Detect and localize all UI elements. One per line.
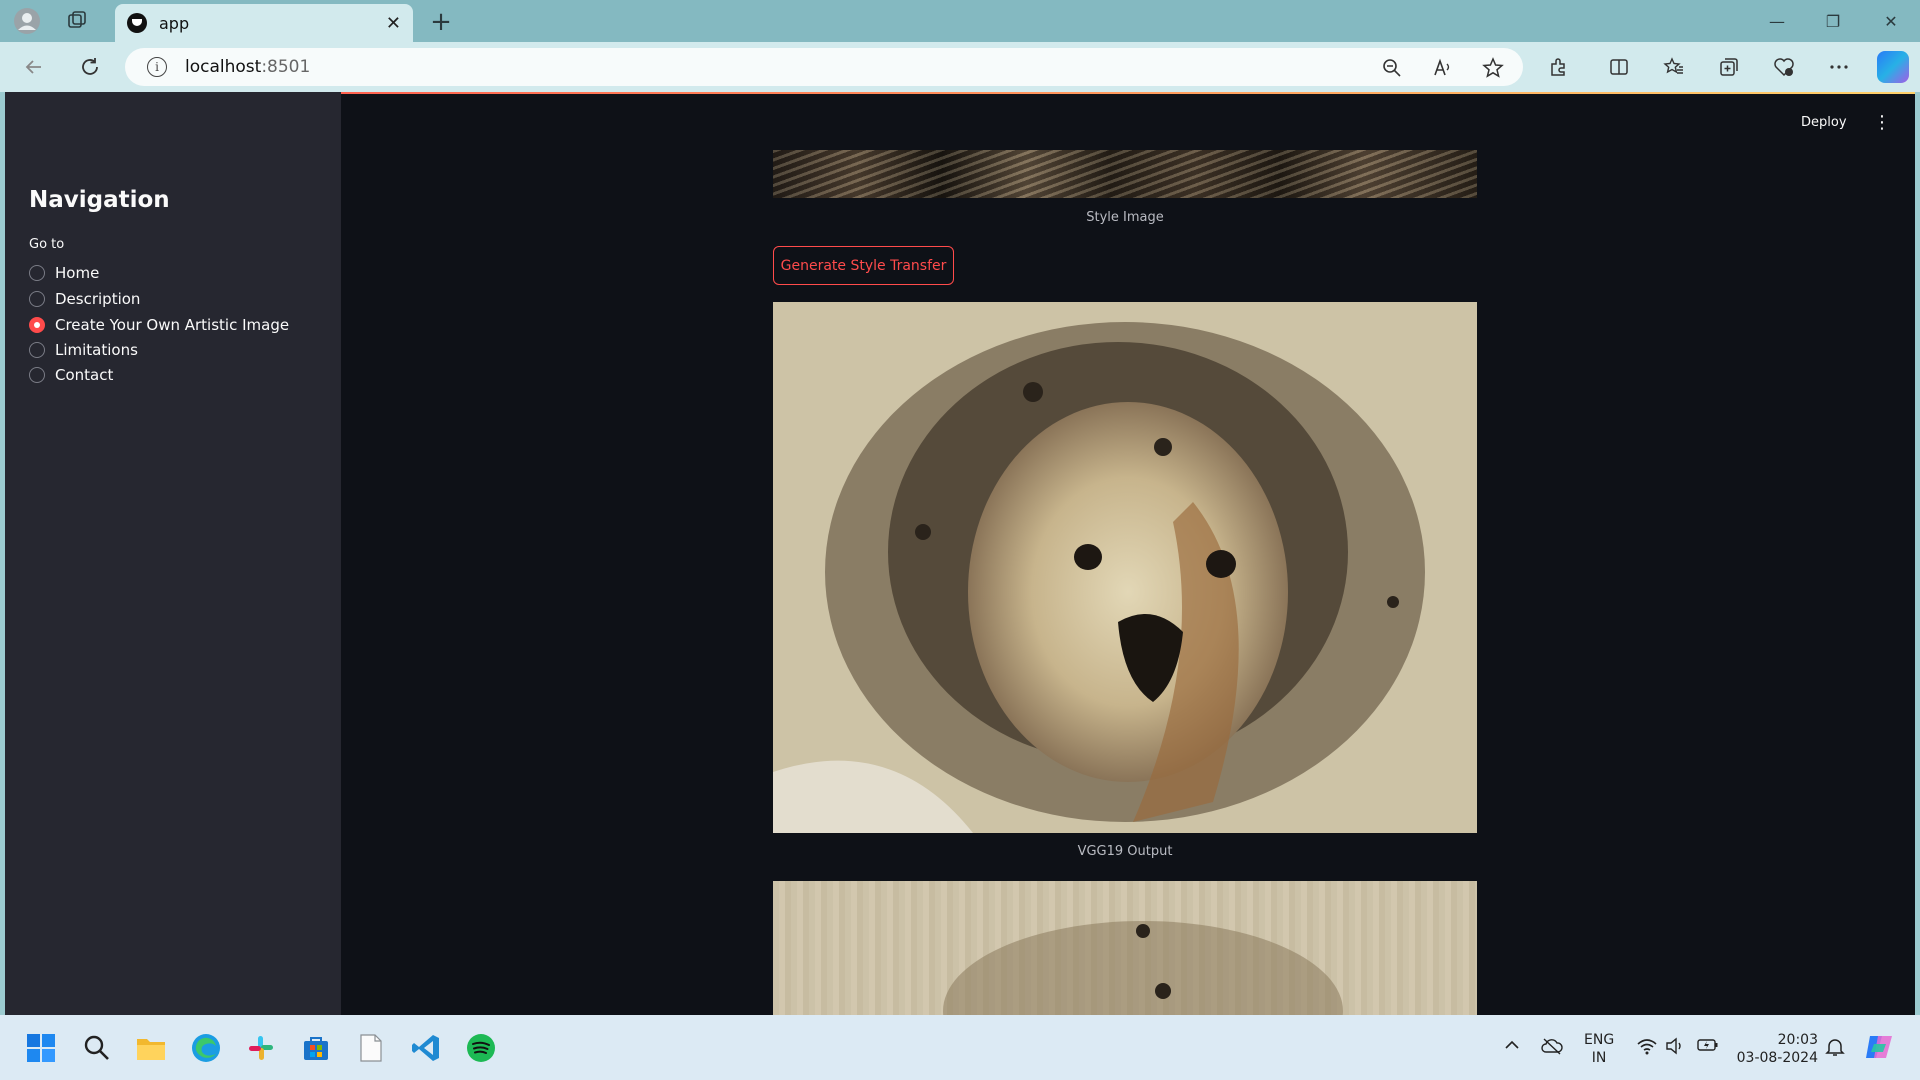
sidebar: Navigation Go to Home Description Create…: [5, 92, 341, 1015]
streamlit-favicon-icon: [127, 13, 147, 33]
radio-button[interactable]: [29, 265, 45, 281]
edge-browser-icon[interactable]: [187, 1029, 225, 1067]
radio-option-contact[interactable]: Contact: [29, 364, 113, 386]
restore-icon[interactable]: ❐: [1813, 8, 1853, 34]
zoom-out-icon[interactable]: [1379, 55, 1405, 81]
sidebar-title: Navigation: [29, 187, 170, 213]
site-info-icon[interactable]: i: [147, 57, 167, 77]
streamlit-app: Navigation Go to Home Description Create…: [5, 92, 1915, 1015]
vgg19-output-image: [773, 302, 1477, 833]
more-options-icon[interactable]: [1824, 52, 1854, 82]
vscode-icon[interactable]: [407, 1029, 445, 1067]
windows-taskbar: ENG IN 20:03 03-08-2024: [0, 1015, 1920, 1080]
start-menu-icon[interactable]: [22, 1029, 60, 1067]
address-bar[interactable]: i localhost :8501: [125, 48, 1523, 86]
browser-essentials-icon[interactable]: [1769, 52, 1799, 82]
radio-option-limitations[interactable]: Limitations: [29, 339, 138, 361]
read-aloud-icon[interactable]: [1430, 55, 1456, 81]
notepad-icon[interactable]: [352, 1029, 390, 1067]
main-menu-icon[interactable]: ⋮: [1872, 110, 1892, 134]
radio-option-label: Limitations: [55, 341, 138, 359]
microsoft-store-icon[interactable]: [297, 1029, 335, 1067]
vgg19-output-caption: VGG19 Output: [1077, 844, 1173, 859]
copilot-preview-icon[interactable]: [1864, 1032, 1894, 1066]
tab-title: app: [159, 13, 190, 33]
radio-option-create-artistic-image[interactable]: Create Your Own Artistic Image: [29, 314, 289, 336]
notifications-bell-icon[interactable]: [1825, 1037, 1845, 1061]
language-code: ENG: [1584, 1032, 1615, 1048]
style-image: [773, 150, 1477, 198]
radio-option-description[interactable]: Description: [29, 288, 140, 310]
file-explorer-icon[interactable]: [132, 1029, 170, 1067]
copilot-icon[interactable]: [1877, 51, 1909, 83]
minimize-icon[interactable]: —: [1757, 8, 1797, 34]
radio-button[interactable]: [29, 291, 45, 307]
region-code: IN: [1591, 1050, 1607, 1066]
back-icon[interactable]: [18, 51, 50, 83]
profile-icon[interactable]: [12, 6, 42, 36]
radio-option-label: Create Your Own Artistic Image: [55, 316, 290, 334]
extensions-icon[interactable]: [1544, 52, 1574, 82]
radio-group-label: Go to: [29, 237, 65, 252]
close-window-icon[interactable]: ✕: [1871, 8, 1911, 34]
favorites-icon[interactable]: [1659, 52, 1689, 82]
show-hidden-icons-icon[interactable]: [1504, 1037, 1520, 1057]
browser-toolbar: i localhost :8501: [0, 42, 1920, 92]
tab-close-icon[interactable]: ✕: [386, 13, 401, 34]
slack-icon[interactable]: [242, 1029, 280, 1067]
radio-option-home[interactable]: Home: [29, 262, 99, 284]
radio-option-label: Home: [55, 264, 100, 282]
battery-charging-icon[interactable]: [1697, 1037, 1719, 1057]
input-language-indicator[interactable]: ENG IN: [1584, 1031, 1614, 1067]
radio-button-selected[interactable]: [29, 317, 45, 333]
workspaces-icon[interactable]: [62, 6, 92, 36]
volume-icon[interactable]: [1665, 1037, 1685, 1059]
search-icon[interactable]: [78, 1029, 116, 1067]
deploy-button[interactable]: Deploy: [1801, 115, 1847, 130]
second-output-image: [773, 881, 1477, 1015]
generate-style-transfer-button[interactable]: Generate Style Transfer: [773, 246, 954, 285]
refresh-icon[interactable]: [74, 51, 106, 83]
system-clock[interactable]: 20:03 03-08-2024: [1730, 1031, 1818, 1067]
radio-option-label: Contact: [55, 366, 114, 384]
radio-button[interactable]: [29, 367, 45, 383]
favorite-star-icon[interactable]: [1480, 55, 1506, 81]
collections-icon[interactable]: [1714, 52, 1744, 82]
url-port: :8501: [261, 57, 311, 77]
browser-title-bar: app ✕ + — ❐ ✕: [0, 0, 1920, 42]
spotify-icon[interactable]: [462, 1029, 500, 1067]
wifi-icon[interactable]: [1637, 1037, 1657, 1059]
radio-option-label: Description: [55, 290, 141, 308]
clock-time: 20:03: [1777, 1032, 1818, 1048]
style-image-caption: Style Image: [1086, 210, 1164, 225]
radio-button[interactable]: [29, 342, 45, 358]
onedrive-offline-icon[interactable]: [1541, 1037, 1563, 1059]
url-host: localhost: [185, 57, 262, 77]
clock-date: 03-08-2024: [1736, 1050, 1818, 1066]
browser-tab-app[interactable]: app ✕: [115, 4, 413, 42]
split-screen-icon[interactable]: [1604, 52, 1634, 82]
new-tab-icon[interactable]: +: [425, 6, 457, 38]
